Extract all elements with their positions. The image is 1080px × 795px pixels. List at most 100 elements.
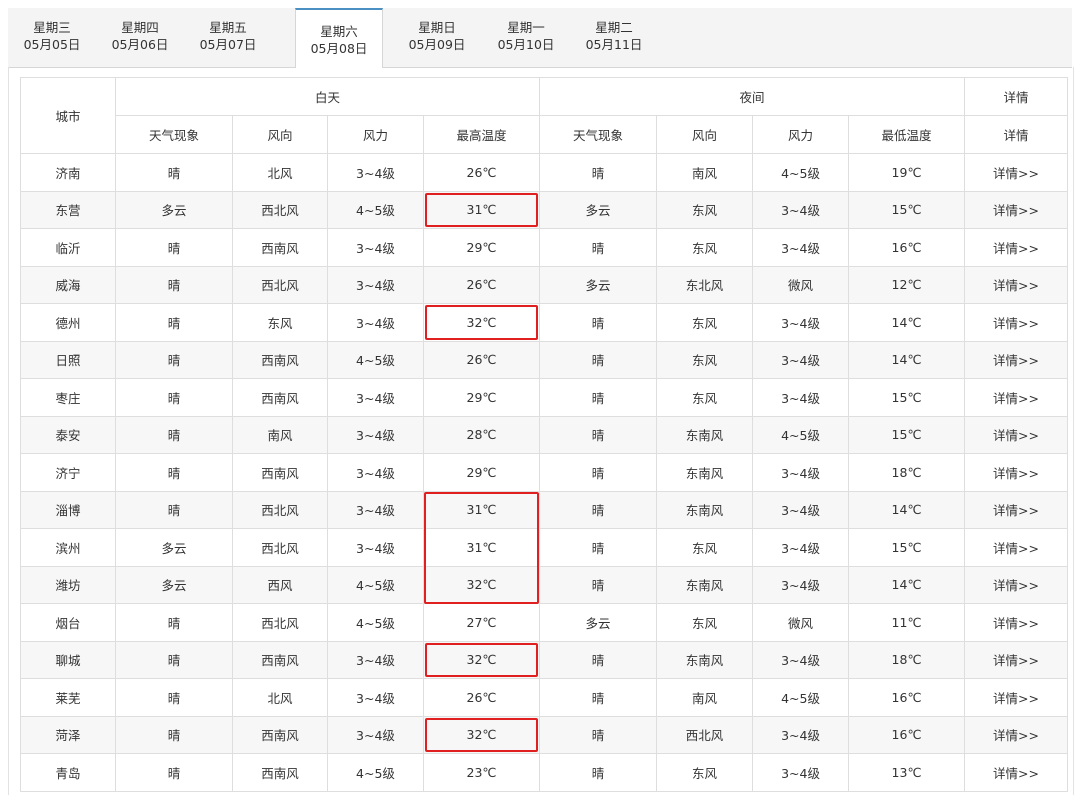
tab-date: 05月07日 (199, 37, 257, 52)
day-wind-dir-cell: 西南风 (232, 453, 328, 492)
night-wind-force-cell: 3~4级 (752, 640, 850, 679)
day-wind-dir-cell: 西南风 (232, 378, 328, 417)
day-wind-force-cell: 3~4级 (327, 415, 424, 454)
night-wind-dir-cell: 南风 (656, 153, 754, 192)
low-temp-cell: 14℃ (848, 490, 966, 529)
table-row: 威海晴西北风 3~4级 26℃ 多云 东北风 微风 12℃ 详情>> (20, 265, 1069, 304)
city-cell: 滨州 (20, 528, 116, 567)
city-cell: 枣庄 (20, 378, 116, 417)
city-cell: 德州 (20, 303, 116, 342)
tab-day-0[interactable]: 星期三 05月05日 (8, 8, 96, 67)
detail-link[interactable]: 详情>> (964, 603, 1069, 642)
day-wind-dir-header: 风向 (232, 115, 328, 154)
night-wind-dir-cell: 东风 (656, 340, 754, 379)
night-weather-cell: 晴 (539, 415, 658, 454)
day-weather-cell: 晴 (115, 453, 233, 492)
day-wind-force-cell: 3~4级 (327, 228, 424, 267)
low-temp-cell: 15℃ (848, 528, 966, 567)
night-wind-dir-cell: 东风 (656, 753, 754, 792)
tab-weekday: 星期一 (507, 20, 545, 35)
detail-link[interactable]: 详情>> (964, 640, 1069, 679)
night-wind-force-cell: 3~4级 (752, 228, 850, 267)
night-wind-force-cell: 4~5级 (752, 678, 850, 717)
detail-link[interactable]: 详情>> (964, 303, 1069, 342)
low-temp-cell: 16℃ (848, 228, 966, 267)
day-wind-dir-cell: 西北风 (232, 490, 328, 529)
low-temp-cell: 19℃ (848, 153, 966, 192)
day-wind-dir-cell: 西南风 (232, 715, 328, 754)
night-wind-dir-cell: 东南风 (656, 490, 754, 529)
night-wind-force-cell: 3~4级 (752, 565, 850, 604)
table-row: 烟台晴西北风 4~5级 27℃ 多云 东风 微风 11℃ 详情>> (20, 603, 1069, 642)
night-weather-cell: 多云 (539, 190, 658, 229)
detail-header: 详情 (964, 77, 1069, 116)
detail-link[interactable]: 详情>> (964, 265, 1069, 304)
day-weather-cell: 晴 (115, 265, 233, 304)
tab-day-2[interactable]: 星期五 05月07日 (184, 8, 272, 67)
night-weather-cell: 晴 (539, 715, 658, 754)
day-weather-cell: 晴 (115, 303, 233, 342)
detail-link[interactable]: 详情>> (964, 453, 1069, 492)
detail-link[interactable]: 详情>> (964, 753, 1069, 792)
table-row: 滨州 多云 西北风 3~4级 31℃ 晴东风 3~4级 15℃ 详情>> (20, 528, 1069, 567)
tab-day-3-active[interactable]: 星期六 05月08日 (295, 8, 383, 68)
day-wind-dir-cell: 西北风 (232, 528, 328, 567)
detail-link[interactable]: 详情>> (964, 153, 1069, 192)
night-wind-force-cell: 3~4级 (752, 303, 850, 342)
night-wind-force-cell: 4~5级 (752, 415, 850, 454)
low-temp-cell: 18℃ (848, 640, 966, 679)
city-cell: 聊城 (20, 640, 116, 679)
table-row: 泰安晴南风 3~4级 28℃ 晴东南风 4~5级 15℃ 详情>> (20, 415, 1069, 454)
detail-link[interactable]: 详情>> (964, 715, 1069, 754)
night-wind-dir-cell: 东风 (656, 378, 754, 417)
day-wind-force-cell: 3~4级 (327, 678, 424, 717)
day-wind-force-cell: 3~4级 (327, 640, 424, 679)
tab-day-4[interactable]: 星期日 05月09日 (393, 8, 481, 67)
day-wind-force-cell: 4~5级 (327, 753, 424, 792)
day-weather-cell: 晴 (115, 715, 233, 754)
night-wind-dir-header: 风向 (656, 115, 754, 154)
table-row: 淄博晴西北风 3~4级 31℃ 晴东南风 3~4级 14℃ 详情>> (20, 490, 1069, 529)
day-wind-dir-cell: 南风 (232, 415, 328, 454)
tab-weekday: 星期日 (418, 20, 456, 35)
day-wind-dir-cell: 西北风 (232, 265, 328, 304)
detail-link[interactable]: 详情>> (964, 228, 1069, 267)
day-wind-dir-cell: 西南风 (232, 753, 328, 792)
high-temp-cell: 28℃ (422, 415, 541, 454)
low-temp-cell: 14℃ (848, 565, 966, 604)
day-wind-force-cell: 3~4级 (327, 715, 424, 754)
day-wind-force-cell: 4~5级 (327, 340, 424, 379)
day-wind-force-cell: 3~4级 (327, 453, 424, 492)
tab-date: 05月11日 (585, 37, 643, 52)
night-wind-force-cell: 3~4级 (752, 753, 850, 792)
tab-day-5[interactable]: 星期一 05月10日 (482, 8, 570, 67)
highlight-box (425, 305, 539, 340)
detail-link[interactable]: 详情>> (964, 415, 1069, 454)
detail-link[interactable]: 详情>> (964, 490, 1069, 529)
detail-link[interactable]: 详情>> (964, 190, 1069, 229)
day-wind-dir-cell: 西北风 (232, 190, 328, 229)
night-wind-dir-cell: 东南风 (656, 565, 754, 604)
tab-weekday: 星期三 (33, 20, 71, 35)
tab-day-6[interactable]: 星期二 05月11日 (570, 8, 658, 67)
detail-link[interactable]: 详情>> (964, 528, 1069, 567)
day-wind-dir-cell: 西南风 (232, 228, 328, 267)
night-wind-force-cell: 3~4级 (752, 340, 850, 379)
high-temp-cell: 31℃ (422, 528, 541, 567)
city-cell: 烟台 (20, 603, 116, 642)
city-cell: 日照 (20, 340, 116, 379)
high-temp-cell: 29℃ (422, 378, 541, 417)
night-weather-header: 天气现象 (539, 115, 658, 154)
tab-day-1[interactable]: 星期四 05月06日 (96, 8, 184, 67)
night-wind-dir-cell: 东南风 (656, 415, 754, 454)
high-temp-cell: 29℃ (422, 228, 541, 267)
high-temp-cell: 23℃ (422, 753, 541, 792)
detail-link[interactable]: 详情>> (964, 340, 1069, 379)
night-wind-dir-cell: 东风 (656, 190, 754, 229)
detail-link[interactable]: 详情>> (964, 565, 1069, 604)
city-cell: 济宁 (20, 453, 116, 492)
detail-link[interactable]: 详情>> (964, 378, 1069, 417)
low-temp-cell: 11℃ (848, 603, 966, 642)
high-temp-cell: 31℃ (422, 490, 541, 529)
detail-link[interactable]: 详情>> (964, 678, 1069, 717)
